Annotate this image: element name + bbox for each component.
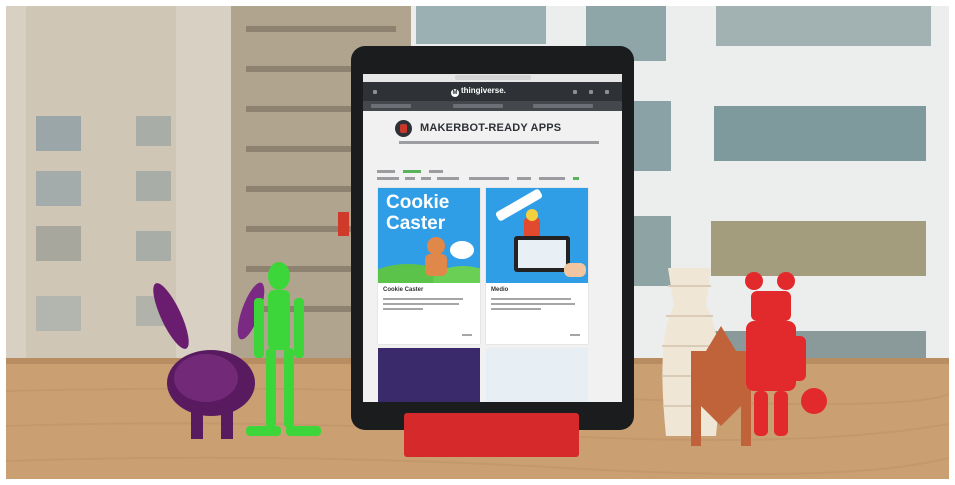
medio-artwork: [486, 188, 588, 283]
side-tab[interactable]: [338, 212, 349, 236]
card-title: Medio: [491, 287, 509, 293]
card-title: Cookie Caster: [383, 287, 424, 293]
photo: Mthingiverse. MAKERBOT-READY APPS Cookie…: [6, 6, 949, 479]
site-header: Mthingiverse.: [363, 82, 622, 101]
brand-name: thingiverse.: [461, 86, 506, 95]
card-description: [491, 303, 575, 305]
page-subtitle: [399, 141, 599, 144]
gingerbread-icon: [378, 237, 480, 283]
sub-nav-item[interactable]: [371, 104, 411, 108]
menu-icon[interactable]: [373, 90, 377, 94]
platform-filters: [377, 170, 607, 184]
filter-item[interactable]: [573, 177, 579, 180]
filter-item[interactable]: [539, 177, 565, 180]
filter-item[interactable]: [421, 177, 431, 180]
card-meta: [570, 334, 580, 336]
tablet-screen: Mthingiverse. MAKERBOT-READY APPS Cookie…: [363, 74, 622, 402]
filter-item[interactable]: [377, 170, 395, 173]
page-title: MAKERBOT-READY APPS: [420, 122, 562, 134]
makerbot-apps-icon: [395, 120, 412, 137]
card-meta: [462, 334, 472, 336]
apps-heading: MAKERBOT-READY APPS: [363, 118, 622, 158]
filter-item[interactable]: [469, 177, 509, 180]
sub-nav-item[interactable]: [453, 104, 503, 108]
cookie-caster-artwork: Cookie Caster: [378, 188, 480, 283]
sub-nav-item[interactable]: [533, 104, 593, 108]
filter-item[interactable]: [403, 170, 421, 173]
filter-item[interactable]: [405, 177, 415, 180]
card-description: [383, 298, 463, 300]
sub-nav: [363, 101, 622, 111]
brand-logo[interactable]: Mthingiverse.: [451, 86, 506, 97]
tablet: Mthingiverse. MAKERBOT-READY APPS Cookie…: [338, 46, 634, 430]
app-card-partial[interactable]: [378, 348, 480, 402]
app-card-cookie-caster[interactable]: Cookie Caster Cookie Caster: [378, 188, 480, 344]
makerbot-icon: M: [451, 89, 459, 97]
url-field[interactable]: [455, 75, 531, 80]
search-icon[interactable]: [573, 90, 577, 94]
tablet-stand: [404, 413, 579, 457]
card-description: [491, 298, 571, 300]
browser-address-bar: [363, 74, 622, 82]
user-icon[interactable]: [589, 90, 593, 94]
filter-item[interactable]: [517, 177, 531, 180]
filter-item[interactable]: [429, 170, 443, 173]
robot-arm-icon: [495, 189, 586, 277]
cart-icon[interactable]: [605, 90, 609, 94]
card-description: [491, 308, 541, 310]
filter-item[interactable]: [377, 177, 399, 180]
card-description: [383, 303, 459, 305]
card-description: [383, 308, 423, 310]
filter-item[interactable]: [437, 177, 459, 180]
app-card-partial[interactable]: [486, 348, 588, 402]
app-card-medio[interactable]: Medio: [486, 188, 588, 344]
